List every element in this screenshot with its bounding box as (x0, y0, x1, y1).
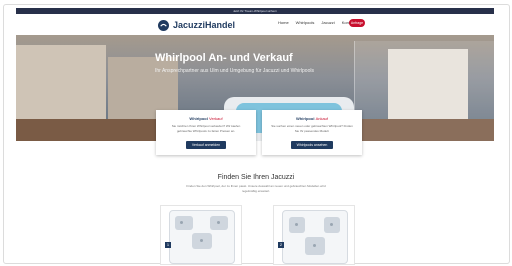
card-verkauf: Whirlpool Verkauf Sie möchten Ihren Whir… (156, 110, 256, 155)
hero-subtitle: Ihr Ansprechpartner aus Ulm und Umgebung… (155, 68, 314, 74)
building-left (16, 45, 106, 125)
card-title: Whirlpool Verkauf (156, 116, 256, 121)
logo-text: JacuzziHandel (173, 20, 236, 30)
jet (180, 221, 183, 224)
jet (200, 239, 203, 242)
section-title: Finden Sie Ihren Jacuzzi (217, 174, 295, 181)
nav-link-jacuzzi[interactable]: Jacuzzi (321, 20, 334, 25)
card-title-accent: Ankauf (315, 116, 329, 121)
card-title: Whirlpool Ankauf (262, 116, 362, 121)
product-badge: 2 (278, 242, 284, 248)
card-ankauf: Whirlpool Ankauf Sie suchen einen neuen … (262, 110, 362, 155)
card-title-accent: Verkauf (209, 116, 223, 121)
section-text: Finden Sie den Whirlpool, der zu Ihnen p… (186, 184, 326, 193)
card-text: Sie möchten Ihren Whirlpool verkaufen? W… (171, 124, 241, 133)
jet (295, 223, 298, 226)
card-title-main: Whirlpool (189, 116, 208, 121)
product-card-1[interactable]: 1 (160, 205, 242, 265)
jet (313, 244, 316, 247)
hot-tub-top-view-image (169, 210, 235, 264)
verkauf-button[interactable]: Verkauf anmelden (185, 141, 227, 149)
announcement-text: Jetzt Ihr Traum-Whirlpool sichern (232, 9, 277, 13)
hero-title: Whirlpool An- und Verkauf (155, 52, 293, 64)
glass-railing (354, 41, 494, 141)
product-card-2[interactable]: 2 (273, 205, 355, 265)
nav-links: Home Whirlpools Jacuzzi Kontakt (278, 20, 355, 25)
card-text: Sie suchen einen neuen oder gebrauchten … (271, 124, 353, 133)
logo-icon (158, 19, 169, 31)
jet (330, 223, 333, 226)
card-title-main: Whirlpool (295, 116, 315, 121)
jet (217, 221, 220, 224)
hot-tub-top-view-image (282, 210, 348, 264)
nav-cta-button[interactable]: Anfrage (349, 19, 365, 27)
seat (175, 216, 193, 230)
nav-link-home[interactable]: Home (278, 20, 289, 25)
ankauf-button[interactable]: Whirlpools ansehen (290, 141, 334, 149)
header-nav: JacuzziHandel Home Whirlpools Jacuzzi Ko… (16, 14, 494, 35)
product-badge: 1 (165, 242, 171, 248)
nav-link-whirlpools[interactable]: Whirlpools (296, 20, 315, 25)
logo[interactable]: JacuzziHandel (158, 18, 235, 32)
